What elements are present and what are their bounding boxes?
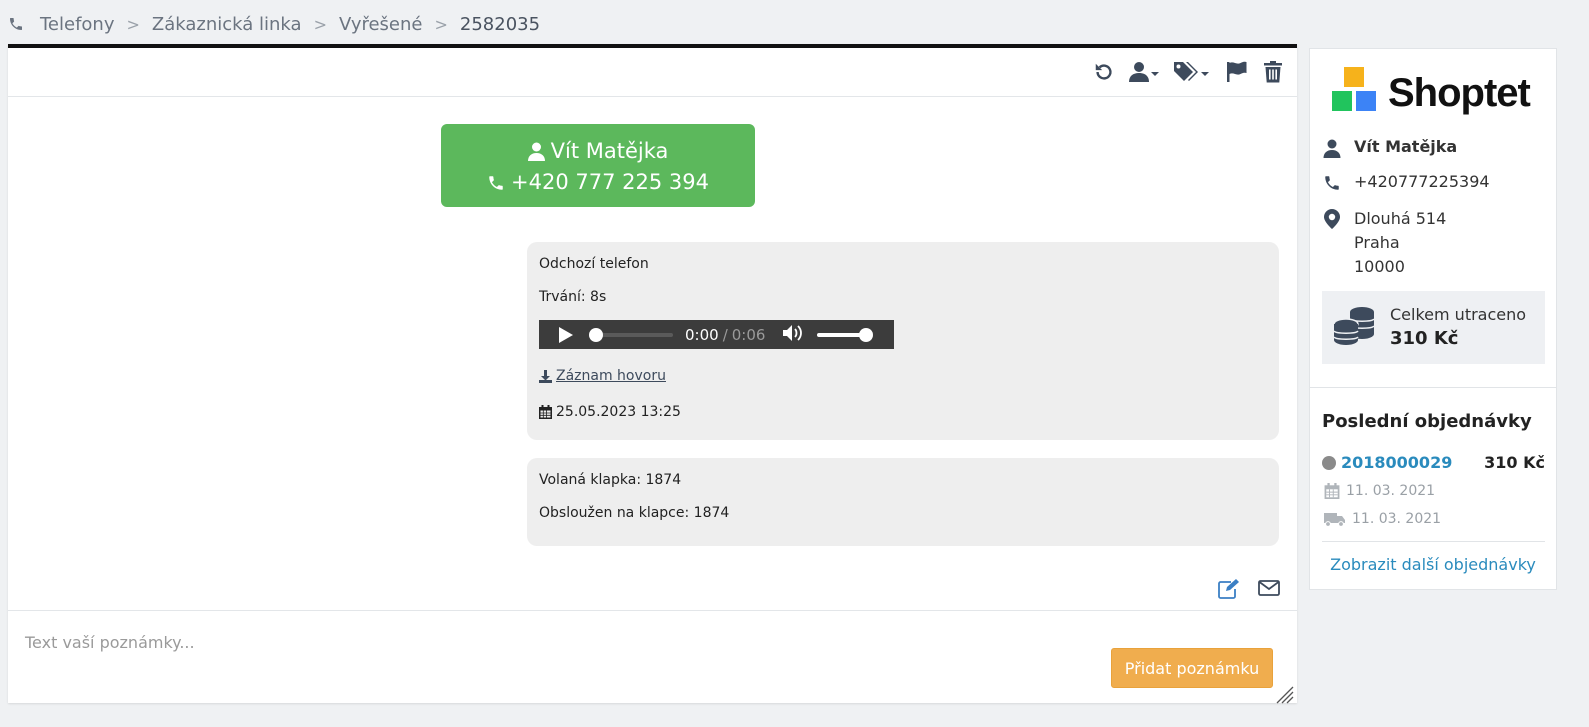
- breadcrumb-separator: >: [313, 14, 327, 34]
- recording-link-label: Záznam hovoru: [556, 368, 666, 384]
- flag-button[interactable]: [1226, 60, 1248, 84]
- customer-sidebar: Shoptet Vít Matějka +420777225394 Dlouhá…: [1309, 48, 1557, 590]
- show-more-orders-link[interactable]: Zobrazit další objednávky: [1310, 555, 1556, 574]
- contact-name: Vít Matějka: [550, 139, 669, 163]
- call-datetime: 25.05.2023 13:25: [556, 403, 681, 420]
- total-spent-value: 310 Kč: [1390, 327, 1459, 349]
- tags-icon: [1174, 62, 1198, 81]
- phone-icon: [10, 18, 22, 30]
- assign-user-dropdown[interactable]: [1129, 60, 1159, 84]
- truck-icon: [1324, 513, 1345, 527]
- edit-icon: [1218, 579, 1239, 599]
- order-status-dot-icon: [1322, 455, 1336, 470]
- order-link[interactable]: 2018000029: [1322, 453, 1452, 472]
- customer-name-row: Vít Matějka: [1322, 137, 1457, 158]
- user-icon: [527, 142, 545, 161]
- ticket-panel: Vít Matějka +420 777 225 394 Odchozí tel…: [8, 44, 1297, 707]
- customer-city: Praha: [1354, 233, 1400, 252]
- shoptet-logo-mark-icon: [1332, 67, 1376, 111]
- breadcrumb-item-vyresene[interactable]: Vyřešené: [339, 14, 423, 35]
- order-shipped-value: 11. 03. 2021: [1352, 511, 1442, 527]
- chevron-down-icon: [1201, 72, 1209, 76]
- note-composer: Přidat poznámku: [8, 610, 1297, 707]
- download-icon: [539, 369, 552, 383]
- order-created-date: 11. 03. 2021: [1324, 483, 1435, 499]
- breadcrumb-item-telefony[interactable]: Telefony: [40, 14, 115, 35]
- audio-separator: /: [722, 325, 728, 344]
- seek-knob[interactable]: [589, 327, 603, 342]
- customer-phone: +420777225394: [1354, 172, 1490, 191]
- total-spent-card: Celkem utraceno 310 Kč: [1322, 291, 1545, 364]
- audio-current-time: 0:00: [685, 325, 719, 344]
- send-email-button[interactable]: [1258, 579, 1280, 601]
- recent-orders-title: Poslední objednávky: [1322, 411, 1532, 432]
- served-extension: Obsloužen na klapce: 1874: [539, 505, 730, 521]
- breadcrumb-separator: >: [126, 14, 140, 34]
- reopen-button[interactable]: [1093, 60, 1115, 84]
- calendar-icon: [1324, 483, 1340, 499]
- audio-seek-bar[interactable]: [589, 327, 673, 342]
- ticket-toolbar: [8, 48, 1297, 97]
- add-note-button[interactable]: Přidat poznámku: [1111, 648, 1273, 688]
- order-row: 2018000029 310 Kč: [1322, 453, 1545, 472]
- order-created-value: 11. 03. 2021: [1346, 483, 1436, 499]
- play-icon[interactable]: [559, 326, 573, 343]
- customer-name: Vít Matějka: [1354, 137, 1458, 156]
- contact-badge[interactable]: Vít Matějka +420 777 225 394: [441, 124, 755, 207]
- called-extension: Volaná klapka: 1874: [539, 472, 682, 488]
- audio-total-time: 0:06: [731, 325, 766, 344]
- volume-icon[interactable]: [783, 324, 803, 346]
- note-input[interactable]: [8, 611, 1297, 707]
- recording-download-link[interactable]: Záznam hovoru: [539, 366, 666, 386]
- phone-icon: [1325, 176, 1339, 190]
- total-spent-label: Celkem utraceno: [1390, 304, 1527, 324]
- customer-phone-row: +420777225394: [1322, 172, 1490, 192]
- volume-slider[interactable]: [817, 327, 874, 342]
- volume-knob[interactable]: [859, 327, 874, 342]
- routing-message: Volaná klapka: 1874 Obsloužen na klapce:…: [527, 458, 1279, 546]
- tags-dropdown[interactable]: [1173, 60, 1209, 84]
- envelope-icon: [1258, 580, 1280, 596]
- call-type: Odchozí telefon: [539, 256, 649, 272]
- customer-address-row: Dlouhá 514 Praha 10000: [1322, 207, 1446, 279]
- audio-player: 0:00 / 0:06: [539, 320, 894, 349]
- breadcrumb: Telefony > Zákaznická linka > Vyřešené >…: [8, 10, 540, 38]
- undo-icon: [1095, 63, 1112, 80]
- chevron-down-icon: [1151, 72, 1159, 76]
- brand-name: Shoptet: [1388, 71, 1531, 115]
- trash-icon: [1264, 61, 1282, 83]
- order-shipped-date: 11. 03. 2021: [1324, 511, 1441, 527]
- calendar-icon: [539, 404, 552, 419]
- divider: [1322, 541, 1545, 542]
- order-price: 310 Kč: [1484, 453, 1545, 472]
- order-number: 2018000029: [1341, 453, 1453, 472]
- edit-note-button[interactable]: [1218, 579, 1240, 601]
- delete-button[interactable]: [1264, 60, 1282, 84]
- assign-user-icon: [1129, 62, 1149, 82]
- breadcrumb-item-zakaznicka-linka[interactable]: Zákaznická linka: [152, 14, 302, 35]
- call-duration: Trvání: 8s: [539, 289, 607, 305]
- flag-icon: [1227, 61, 1247, 82]
- shoptet-logo: Shoptet: [1332, 67, 1531, 115]
- call-message: Odchozí telefon Trvání: 8s 0:00 / 0:06 Z…: [527, 242, 1279, 440]
- coins-icon: [1333, 306, 1375, 345]
- customer-street: Dlouhá 514: [1354, 209, 1447, 228]
- breadcrumb-current-ticket: 2582035: [459, 13, 541, 35]
- map-pin-icon: [1324, 209, 1340, 229]
- breadcrumb-separator: >: [434, 14, 448, 34]
- resize-handle-icon[interactable]: [1274, 684, 1294, 704]
- phone-icon: [489, 175, 503, 190]
- divider: [1310, 387, 1556, 388]
- contact-phone: +420 777 225 394: [511, 170, 709, 194]
- user-icon: [1323, 139, 1341, 158]
- customer-zip: 10000: [1354, 257, 1405, 276]
